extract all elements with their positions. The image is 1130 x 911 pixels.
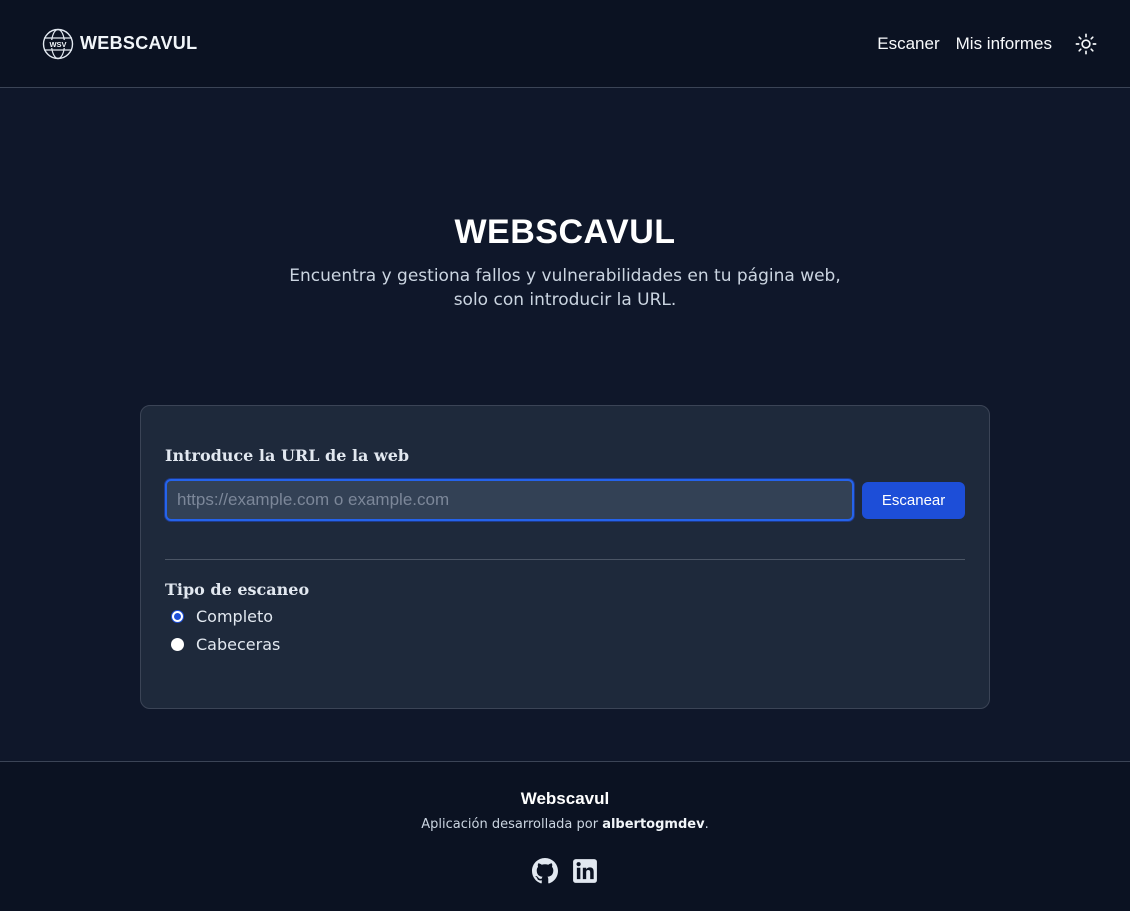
brand-link[interactable]: WSV WEBSCAVUL <box>42 28 197 60</box>
url-input[interactable] <box>165 479 855 521</box>
subtitle-line-1: Encuentra y gestiona fallos y vulnerabil… <box>289 266 841 286</box>
nav-link-escaner[interactable]: Escaner <box>877 34 939 54</box>
radio-cabeceras[interactable] <box>171 638 184 651</box>
github-icon <box>532 858 558 884</box>
radio-completo-label: Completo <box>196 607 274 626</box>
scan-type-option-cabeceras[interactable]: Cabeceras <box>165 635 965 654</box>
subtitle-line-2: solo con introducir la URL. <box>453 290 677 310</box>
footer-credit-prefix: Aplicación desarrollada por <box>421 817 603 832</box>
linkedin-link[interactable] <box>572 858 598 884</box>
theme-toggle-button[interactable] <box>1074 32 1098 56</box>
url-input-row: Escanear <box>165 479 965 521</box>
github-link[interactable] <box>532 858 558 884</box>
hero-section: WEBSCAVUL Encuentra y gestiona fallos y … <box>0 212 1130 312</box>
footer-title: Webscavul <box>520 789 610 808</box>
page-subtitle: Encuentra y gestiona fallos y vulnerabil… <box>0 264 1130 312</box>
social-links <box>0 858 1130 884</box>
form-divider <box>165 559 965 560</box>
url-field-label: Introduce la URL de la web <box>165 446 410 465</box>
footer-credit-suffix: . <box>704 817 709 832</box>
scan-type-option-completo[interactable]: Completo <box>165 607 965 626</box>
footer-credit: Aplicación desarrollada por albertogmdev… <box>0 817 1130 832</box>
radio-cabeceras-label: Cabeceras <box>196 635 281 654</box>
footer-author-link[interactable]: albertogmdev <box>602 817 704 832</box>
nav-link-mis-informes[interactable]: Mis informes <box>956 34 1052 54</box>
page-title: WEBSCAVUL <box>454 213 676 251</box>
brand-name: WEBSCAVUL <box>80 33 198 53</box>
top-navbar: WSV WEBSCAVUL Escaner Mis informes <box>0 0 1130 88</box>
linkedin-icon <box>573 859 597 883</box>
radio-completo[interactable] <box>171 610 184 623</box>
brand-logo-text: WSV <box>49 40 66 49</box>
globe-logo-icon: WSV <box>42 28 74 59</box>
page-footer: Webscavul Aplicación desarrollada por al… <box>0 761 1130 911</box>
sun-icon <box>1075 33 1097 54</box>
scan-type-label: Tipo de escaneo <box>165 580 310 599</box>
main-nav: Escaner Mis informes <box>861 32 1098 56</box>
scan-form-card: Introduce la URL de la web Escanear Tipo… <box>140 405 990 709</box>
scan-button[interactable]: Escanear <box>862 481 965 519</box>
